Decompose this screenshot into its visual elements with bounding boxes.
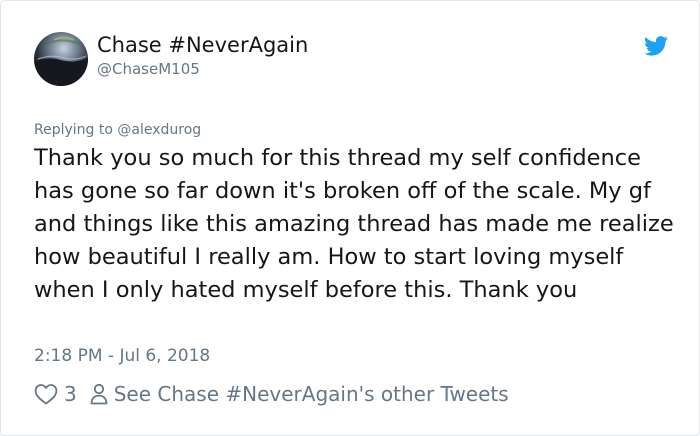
heart-icon[interactable] xyxy=(34,383,58,405)
replying-to-label[interactable]: Replying to @alexdurog xyxy=(34,120,201,140)
like-count[interactable]: 3 xyxy=(64,382,77,406)
other-tweets-link[interactable]: See Chase #NeverAgain's other Tweets xyxy=(114,382,509,406)
user-handle[interactable]: @ChaseM105 xyxy=(97,59,200,79)
tweet-timestamp[interactable]: 2:18 PM - Jul 6, 2018 xyxy=(34,344,210,368)
avatar-image xyxy=(34,36,88,86)
tweet-actions: 3 See Chase #NeverAgain's other Tweets xyxy=(34,381,509,407)
tweet-text: Thank you so much for this thread my sel… xyxy=(34,145,674,303)
avatar[interactable] xyxy=(34,32,88,86)
tweet-card: Chase #NeverAgain @ChaseM105 Replying to… xyxy=(0,0,700,436)
twitter-bird-icon[interactable] xyxy=(644,36,668,56)
display-name[interactable]: Chase #NeverAgain xyxy=(97,32,308,58)
person-icon xyxy=(90,383,108,405)
